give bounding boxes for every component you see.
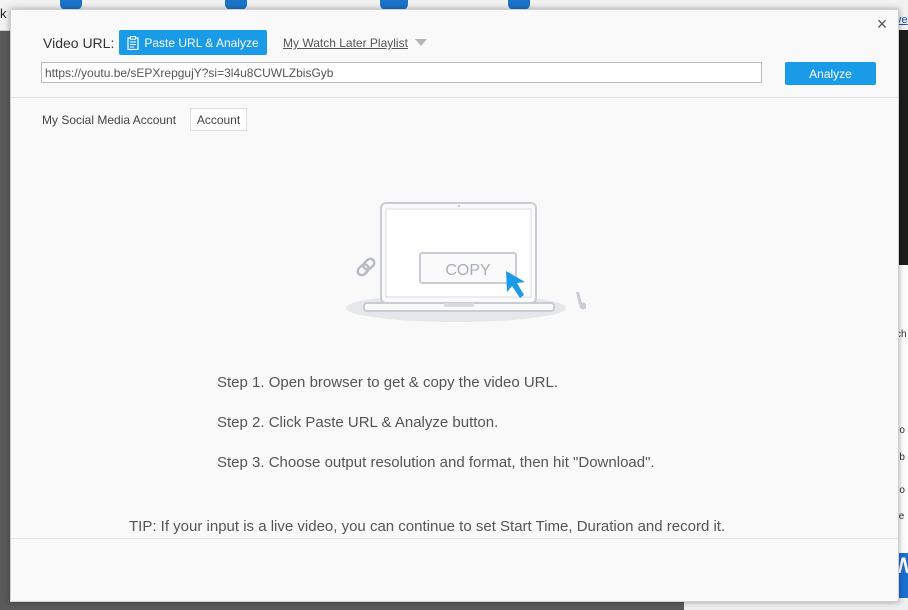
tip-text: TIP: If your input is a live video, you … bbox=[129, 518, 726, 535]
step-1-text: Step 1. Open browser to get & copy the v… bbox=[217, 374, 559, 391]
analyze-button[interactable]: Analyze bbox=[785, 62, 876, 85]
clipboard-icon bbox=[127, 35, 139, 50]
divider bbox=[11, 538, 898, 539]
account-button-label: Account bbox=[196, 112, 241, 127]
close-button[interactable]: × bbox=[872, 14, 892, 34]
video-url-label: Video URL: bbox=[43, 35, 115, 51]
music-note-icon bbox=[576, 292, 586, 310]
paste-url-dialog: × Video URL: Paste URL & Analyze My Watc… bbox=[10, 9, 899, 602]
account-button[interactable]: Account bbox=[190, 108, 247, 131]
social-media-account-label: My Social Media Account bbox=[42, 113, 177, 127]
watch-later-playlist-link[interactable]: My Watch Later Playlist bbox=[283, 36, 408, 50]
copy-label: COPY bbox=[445, 262, 491, 279]
step-2-text: Step 2. Click Paste URL & Analyze button… bbox=[217, 414, 499, 431]
paste-button-label: Paste URL & Analyze bbox=[144, 35, 259, 50]
copy-url-illustration: COPY bbox=[346, 202, 586, 322]
divider bbox=[11, 97, 898, 98]
analyze-button-label: Analyze bbox=[809, 66, 852, 81]
chevron-down-icon[interactable] bbox=[415, 39, 427, 46]
link-icon bbox=[356, 257, 376, 277]
step-3-text: Step 3. Choose output resolution and for… bbox=[217, 454, 655, 471]
close-icon: × bbox=[876, 14, 888, 34]
paste-url-analyze-button[interactable]: Paste URL & Analyze bbox=[119, 30, 267, 55]
video-url-input[interactable] bbox=[41, 62, 762, 83]
background-text-fragment: k bbox=[0, 6, 7, 21]
